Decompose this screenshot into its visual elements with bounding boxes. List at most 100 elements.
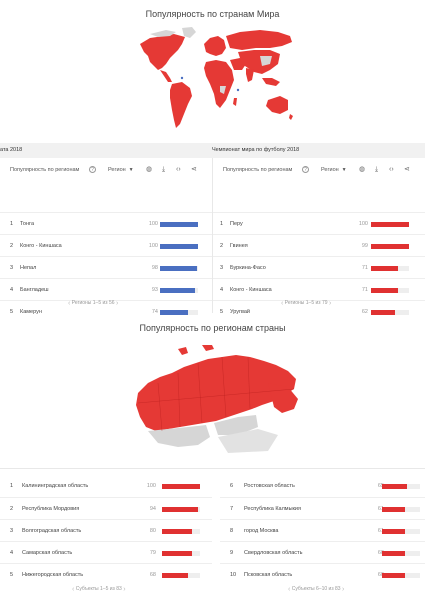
region-name[interactable]: Нижегородская область (22, 572, 83, 578)
pager-label: Субъекты 6–10 из 83 (291, 586, 341, 592)
region-name[interactable]: Калининградская область (22, 483, 88, 489)
map-greenland[interactable] (182, 27, 196, 38)
table-row[interactable]: 4 Бангладеш 93 (0, 278, 212, 300)
region-name[interactable]: Уругвай (230, 309, 250, 315)
table-row[interactable]: 2 Гвинея 99 (213, 234, 425, 256)
row-rank: 5 (220, 309, 224, 315)
region-name[interactable]: город Москва (244, 528, 278, 534)
region-name[interactable]: Буркина-Фасо (230, 265, 266, 271)
pager-label: Регионы 1–5 из 56 (71, 300, 115, 306)
chevron-left-icon[interactable]: ‹ (68, 300, 70, 307)
share-icon[interactable]: ⋖ (404, 166, 410, 174)
region-name[interactable]: Перу (230, 221, 243, 227)
map-asia[interactable] (238, 50, 280, 74)
value-bar (160, 266, 198, 271)
map-europe[interactable] (204, 36, 226, 56)
region-select[interactable]: Регион ▼ (108, 167, 134, 173)
region-select[interactable]: Регион ▼ (321, 167, 347, 173)
chevron-right-icon[interactable]: › (342, 586, 344, 593)
globe-icon[interactable]: ◍ (359, 166, 365, 174)
map-island[interactable] (236, 88, 240, 92)
russia-map[interactable] (118, 343, 303, 455)
table-row[interactable]: 1 Перу 100 (213, 212, 425, 234)
globe-icon[interactable]: ◍ (146, 166, 152, 174)
map-australia[interactable] (266, 96, 288, 114)
chevron-right-icon[interactable]: › (123, 586, 125, 593)
region-value: 80 (149, 528, 156, 534)
region-name[interactable]: Непал (20, 265, 36, 271)
region-name[interactable]: Ростовская область (244, 483, 295, 489)
help-icon[interactable]: ? (302, 166, 309, 173)
map-russia[interactable] (226, 30, 292, 50)
table-row[interactable]: 1 Тонгa 100 (0, 212, 212, 234)
tab-left[interactable]: ата 2018 (0, 147, 22, 153)
region-value: 100 (148, 221, 158, 227)
chevron-right-icon[interactable]: › (329, 300, 331, 307)
value-bar-track (162, 573, 200, 578)
region-value: 100 (358, 221, 368, 227)
chevron-left-icon[interactable]: ‹ (288, 586, 290, 593)
chevron-left-icon[interactable]: ‹ (281, 300, 283, 307)
table-row[interactable]: 2 Конго - Киншаса 100 (0, 234, 212, 256)
map-india[interactable] (246, 68, 254, 82)
chevron-right-icon[interactable]: › (116, 300, 118, 307)
region-name[interactable]: Камерун (20, 309, 42, 315)
table-row[interactable]: 7 Республика Калмыкия 61 (220, 497, 425, 519)
map-nz[interactable] (289, 114, 293, 120)
region-name[interactable]: Бангладеш (20, 287, 49, 293)
map-madagascar[interactable] (233, 98, 237, 106)
region-name[interactable]: Псковская область (244, 572, 292, 578)
chevron-left-icon[interactable]: ‹ (72, 586, 74, 593)
row-rank: 3 (10, 265, 14, 271)
embed-icon[interactable]: ‹› (176, 166, 181, 174)
table-row[interactable]: 3 Буркина-Фасо 71 (213, 256, 425, 278)
map-russia-island[interactable] (202, 345, 214, 351)
russia-left-panel: 1 Калининградская область 100 2 Республика М… (0, 472, 212, 608)
embed-icon[interactable]: ‹› (389, 166, 394, 174)
row-rank: 2 (10, 243, 14, 249)
tab-world-cup-2018[interactable]: Чемпионат мира по футболу 2018 (212, 147, 299, 153)
world-map[interactable] (130, 24, 298, 136)
download-icon[interactable]: ⤓ (375, 166, 378, 174)
value-bar (382, 484, 407, 489)
region-name[interactable]: Конго - Киншаса (20, 243, 62, 249)
row-rank: 2 (10, 506, 14, 512)
table-row[interactable]: 10 Псковская область 60 (220, 563, 425, 585)
region-name[interactable]: Гвинея (230, 243, 248, 249)
region-name[interactable]: Республика Мордовия (22, 506, 79, 512)
table-row[interactable]: 2 Республика Мордовия 94 (0, 497, 212, 519)
region-name[interactable]: Тонгa (20, 221, 34, 227)
value-bar (371, 222, 409, 227)
table-row[interactable]: 4 Конго - Киншаса 71 (213, 278, 425, 300)
table-row[interactable]: 3 Волгоградская область 80 (0, 519, 212, 541)
region-name[interactable]: Самарская область (22, 550, 72, 556)
region-name[interactable]: Республика Калмыкия (244, 506, 301, 512)
share-icon[interactable]: ⋖ (191, 166, 197, 174)
region-name[interactable]: Конго - Киншаса (230, 287, 272, 293)
table-row[interactable]: 9 Свердловская область 60 (220, 541, 425, 563)
table-row[interactable]: 6 Ростовская область 65 (220, 475, 425, 497)
table-row[interactable]: 1 Калининградская область 100 (0, 475, 212, 497)
map-se-asia[interactable] (262, 78, 280, 86)
table-row[interactable]: 8 город Москва 61 (220, 519, 425, 541)
map-africa[interactable] (204, 60, 234, 108)
row-rank: 5 (10, 309, 14, 315)
value-bar-track (382, 573, 420, 578)
pager: ‹ Регионы 1–5 из 56 › (68, 300, 118, 307)
value-bar-track (162, 551, 200, 556)
map-island[interactable] (180, 76, 184, 80)
map-south-america[interactable] (170, 82, 192, 128)
map-russia-island[interactable] (178, 347, 188, 355)
region-name[interactable]: Свердловская область (244, 550, 302, 556)
download-icon[interactable]: ⤓ (162, 166, 165, 174)
value-bar (160, 222, 198, 227)
table-row[interactable]: 5 Нижегородская область 68 (0, 563, 212, 585)
help-icon[interactable]: ? (89, 166, 96, 173)
value-bar (162, 507, 198, 512)
map-north-america[interactable] (140, 34, 185, 70)
region-name[interactable]: Волгоградская область (22, 528, 81, 534)
table-row[interactable]: 4 Самарская область 79 (0, 541, 212, 563)
table-row[interactable]: 3 Непал 98 (0, 256, 212, 278)
pager: ‹ Субъекты 1–5 из 83 › (72, 586, 126, 593)
map-central-america[interactable] (160, 70, 172, 82)
